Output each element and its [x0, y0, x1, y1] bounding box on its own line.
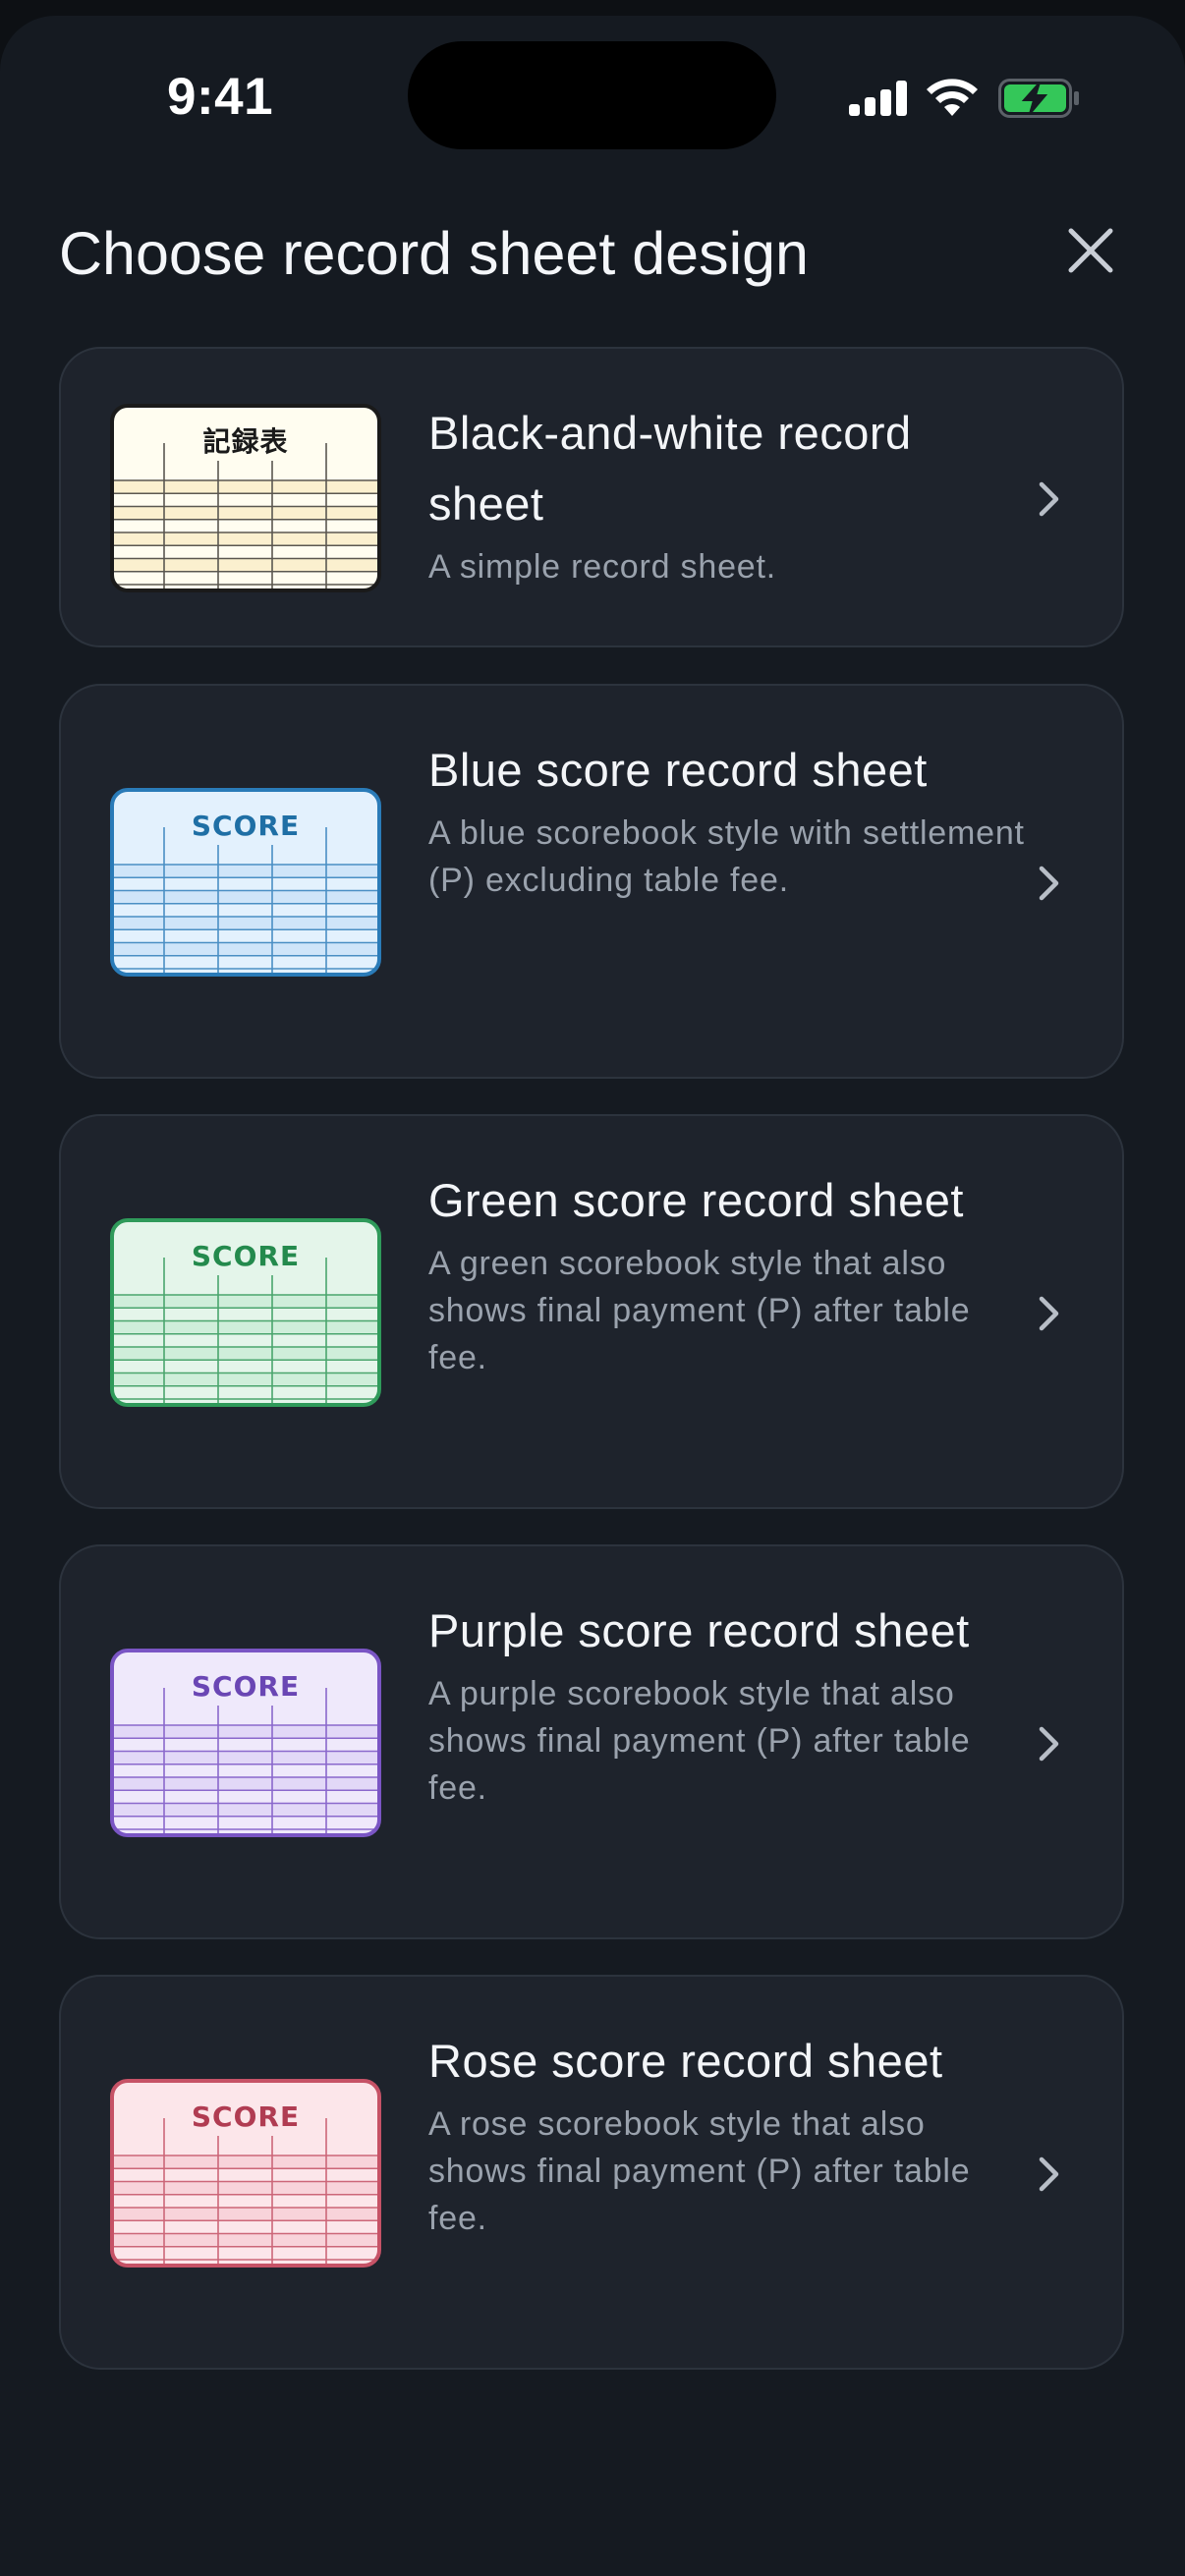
design-option-purple[interactable]: SCORE Purple score record sheet A purple… [59, 1544, 1124, 1939]
design-option-rose[interactable]: SCORE Rose score record sheet A rose sco… [59, 1975, 1124, 2370]
design-title: Green score record sheet [428, 1174, 964, 1226]
design-option-black-and-white[interactable]: 記録表 Black-and-white record sheet A simpl… [59, 347, 1124, 647]
page-title: Choose record sheet design [59, 220, 809, 287]
design-description: A green scorebook style that also shows … [428, 1245, 971, 1376]
design-title: Black-and-white record sheet [428, 407, 912, 530]
thumbnail-label: SCORE [192, 1670, 300, 1703]
design-title: Rose score record sheet [428, 2035, 943, 2087]
design-title: Purple score record sheet [428, 1604, 970, 1656]
record-sheet-thumbnail: SCORE [110, 2079, 381, 2268]
design-description: A purple scorebook style that also shows… [428, 1675, 971, 1807]
cellular-signal-icon [849, 81, 907, 116]
thumbnail-label: 記録表 [202, 425, 288, 458]
header: Choose record sheet design [59, 197, 1130, 315]
wifi-icon [927, 79, 978, 116]
chevron-right-icon [1039, 866, 1059, 901]
record-sheet-thumbnail: 記録表 [110, 404, 381, 592]
chevron-right-icon [1039, 2156, 1059, 2192]
status-time: 9:41 [167, 68, 274, 126]
close-button[interactable] [1051, 211, 1130, 290]
design-option-blue[interactable]: SCORE Blue score record sheet A blue sco… [59, 684, 1124, 1079]
thumbnail-label: SCORE [192, 1240, 300, 1272]
design-description: A rose scorebook style that also shows f… [428, 2105, 971, 2237]
chevron-right-icon [1039, 481, 1059, 517]
chevron-right-icon [1039, 1726, 1059, 1762]
design-description: A simple record sheet. [428, 548, 776, 586]
record-sheet-thumbnail: SCORE [110, 1218, 381, 1407]
battery-charging-icon [998, 79, 1079, 118]
record-sheet-thumbnail: SCORE [110, 788, 381, 977]
design-option-green[interactable]: SCORE Green score record sheet A green s… [59, 1114, 1124, 1509]
close-icon [1068, 228, 1113, 273]
design-description: A blue scorebook style with settlement (… [428, 814, 1025, 899]
design-title: Blue score record sheet [428, 744, 928, 796]
thumbnail-label: SCORE [192, 810, 300, 842]
status-bar: 9:41 [0, 16, 1185, 163]
dynamic-island [408, 41, 776, 149]
chevron-right-icon [1039, 1296, 1059, 1331]
record-sheet-thumbnail: SCORE [110, 1649, 381, 1837]
modal-sheet: 9:41 Choose record sheet design 記録表 Blac… [0, 16, 1185, 2576]
thumbnail-label: SCORE [192, 2100, 300, 2133]
